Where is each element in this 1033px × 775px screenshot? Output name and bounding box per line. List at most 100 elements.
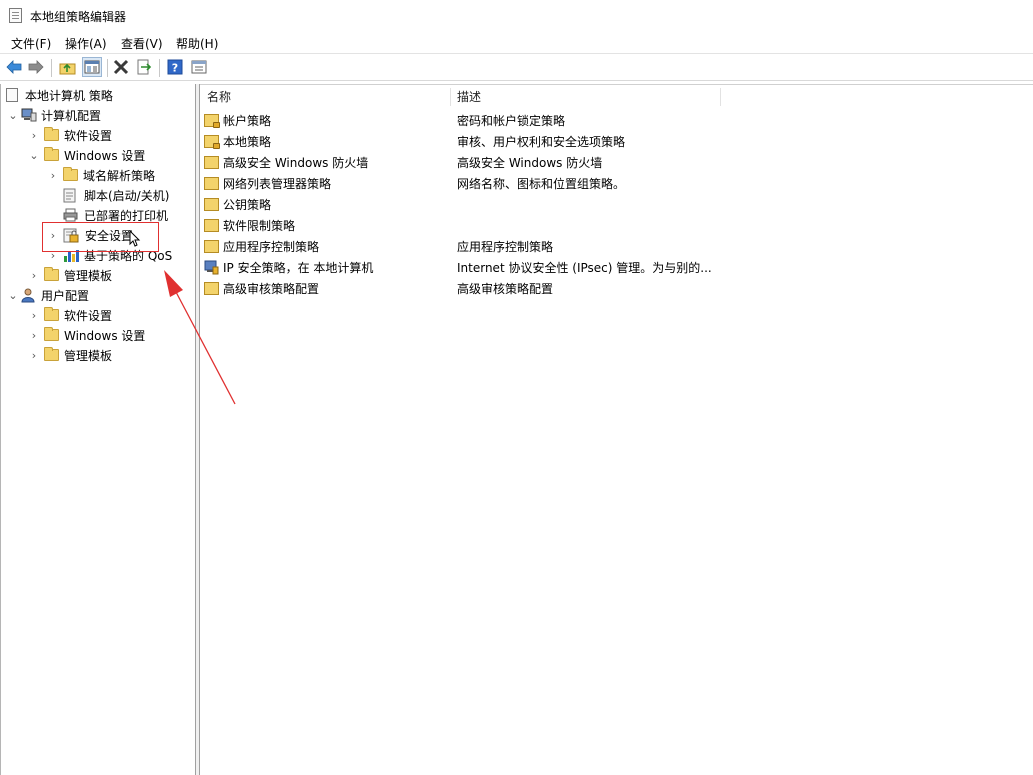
list-item-description: 网络名称、图标和位置组策略。 [457,177,626,191]
list-pane: 名称 描述 帐户策略 密码和帐户锁定策略 本地策略 审核、用户权利和安全选项策略… [200,84,1033,775]
properties-icon[interactable] [190,58,208,76]
chevron-right-icon[interactable]: › [28,325,40,345]
show-hide-tree-icon[interactable] [82,57,102,77]
list-item[interactable]: 高级审核策略配置 高级审核策略配置 [204,278,1024,299]
tree-pane: 本地计算机 策略 ⌄ 计算机配置 › 软件设置 ⌄ Windows 设置 › 域… [0,84,196,775]
back-arrow-icon[interactable] [5,58,23,76]
computer-icon [21,108,37,122]
list-item[interactable]: 公钥策略 [204,194,1024,215]
folder-icon [204,156,219,169]
up-folder-icon[interactable] [58,58,76,76]
tree-item-label: 管理模板 [64,348,113,363]
menu-view[interactable]: 查看(V) [121,35,163,52]
folder-icon [44,127,59,141]
window-title: 本地组策略编辑器 [30,10,127,24]
chevron-right-icon[interactable]: › [28,125,40,145]
chevron-right-icon[interactable]: › [47,165,59,185]
list-item[interactable]: 高级安全 Windows 防火墙 高级安全 Windows 防火墙 [204,152,1024,173]
tree-item-software-settings[interactable]: › 软件设置 [28,125,112,145]
list-item-description: 审核、用户权利和安全选项策略 [457,135,626,149]
tree-item-scripts[interactable]: 脚本(启动/关机) [63,185,169,205]
tree-item-user-config[interactable]: ⌄ 用户配置 [7,285,89,305]
list-item-name: 本地策略 [223,135,272,149]
delete-icon[interactable] [112,58,130,76]
list-item-name: 高级审核策略配置 [223,282,320,296]
menu-bar: 文件(F) 操作(A) 查看(V) 帮助(H) [0,31,1033,54]
folder-icon [204,219,219,232]
tree-item-admin-templates[interactable]: › 管理模板 [28,265,112,285]
tree-item-label: 脚本(启动/关机) [84,188,170,203]
folder-icon [63,167,78,181]
tree-item-user-admin-templates[interactable]: › 管理模板 [28,345,112,365]
tree-item-label: 管理模板 [64,268,113,283]
toolbar: ? [0,55,1033,81]
list-item-description: 高级审核策略配置 [457,282,554,296]
tree-item-user-software-settings[interactable]: › 软件设置 [28,305,112,325]
column-header-name[interactable]: 名称 [207,88,231,105]
chevron-right-icon[interactable]: › [28,305,40,325]
list-item[interactable]: 软件限制策略 [204,215,1024,236]
list-item[interactable]: IP 安全策略，在 本地计算机 Internet 协议安全性 (IPsec) 管… [204,257,1024,278]
list-item[interactable]: 本地策略 审核、用户权利和安全选项策略 [204,131,1024,152]
chevron-down-icon[interactable]: ⌄ [7,105,19,125]
tree-item-label: Windows 设置 [64,148,146,163]
folder-icon [44,147,59,161]
tree-item-computer-config[interactable]: ⌄ 计算机配置 [7,105,101,125]
tree-item-dns-policy[interactable]: › 域名解析策略 [47,165,155,185]
svg-text:?: ? [172,62,178,75]
folder-icon [204,177,219,190]
menu-help[interactable]: 帮助(H) [176,35,218,52]
title-bar: 本地组策略编辑器 [0,0,1033,31]
folder-icon [44,347,59,361]
tree-item-user-windows-settings[interactable]: › Windows 设置 [28,325,145,345]
toolbar-separator [107,59,108,77]
printer-icon [63,208,78,222]
list-item-description: 应用程序控制策略 [457,240,554,254]
help-icon[interactable]: ? [166,58,184,76]
tree-item-windows-settings[interactable]: ⌄ Windows 设置 [28,145,145,165]
list-item-name: 应用程序控制策略 [223,240,320,254]
menu-action[interactable]: 操作(A) [65,35,107,52]
tree-item-label: 本地计算机 策略 [25,88,113,103]
column-header-description[interactable]: 描述 [457,88,481,105]
folder-icon [204,240,219,253]
list-item-name: 高级安全 Windows 防火墙 [223,156,369,170]
list-item-name: 软件限制策略 [223,219,296,233]
toolbar-separator [51,59,52,77]
user-icon [21,288,35,302]
list-item-name: 网络列表管理器策略 [223,177,332,191]
chevron-down-icon[interactable]: ⌄ [28,145,40,165]
list-item-description: 高级安全 Windows 防火墙 [457,156,603,170]
folder-lock-icon [204,114,220,128]
tree-item-label: 软件设置 [64,308,113,323]
tree-item-label: 用户配置 [41,288,90,303]
list-item-name: 帐户策略 [223,114,272,128]
list-item-description: 密码和帐户锁定策略 [457,114,566,128]
list-item[interactable]: 帐户策略 密码和帐户锁定策略 [204,110,1024,131]
chevron-right-icon[interactable]: › [28,345,40,365]
chevron-down-icon[interactable]: ⌄ [7,285,19,305]
list-item[interactable]: 应用程序控制策略 应用程序控制策略 [204,236,1024,257]
export-list-icon[interactable] [135,58,153,76]
chevron-right-icon[interactable]: › [28,265,40,285]
list-item[interactable]: 网络列表管理器策略 网络名称、图标和位置组策略。 [204,173,1024,194]
column-divider[interactable] [720,88,721,106]
script-icon [63,188,76,202]
folder-icon [44,267,59,281]
toolbar-separator [159,59,160,77]
list-item-name: IP 安全策略，在 本地计算机 [223,261,374,275]
column-divider[interactable] [450,88,451,106]
folder-icon [204,282,219,295]
folder-icon [44,327,59,341]
annotation-highlight-box [42,222,159,252]
folder-icon [44,307,59,321]
tree-item-root[interactable]: 本地计算机 策略 [6,85,113,105]
tree-item-label: 已部署的打印机 [84,208,169,223]
menu-file[interactable]: 文件(F) [11,35,51,52]
ip-security-icon [204,260,219,275]
folder-lock-icon [204,135,220,149]
tree-item-label: 软件设置 [64,128,113,143]
tree-item-label: Windows 设置 [64,328,146,343]
forward-arrow-icon[interactable] [27,58,45,76]
gpedit-app-icon [9,8,22,23]
